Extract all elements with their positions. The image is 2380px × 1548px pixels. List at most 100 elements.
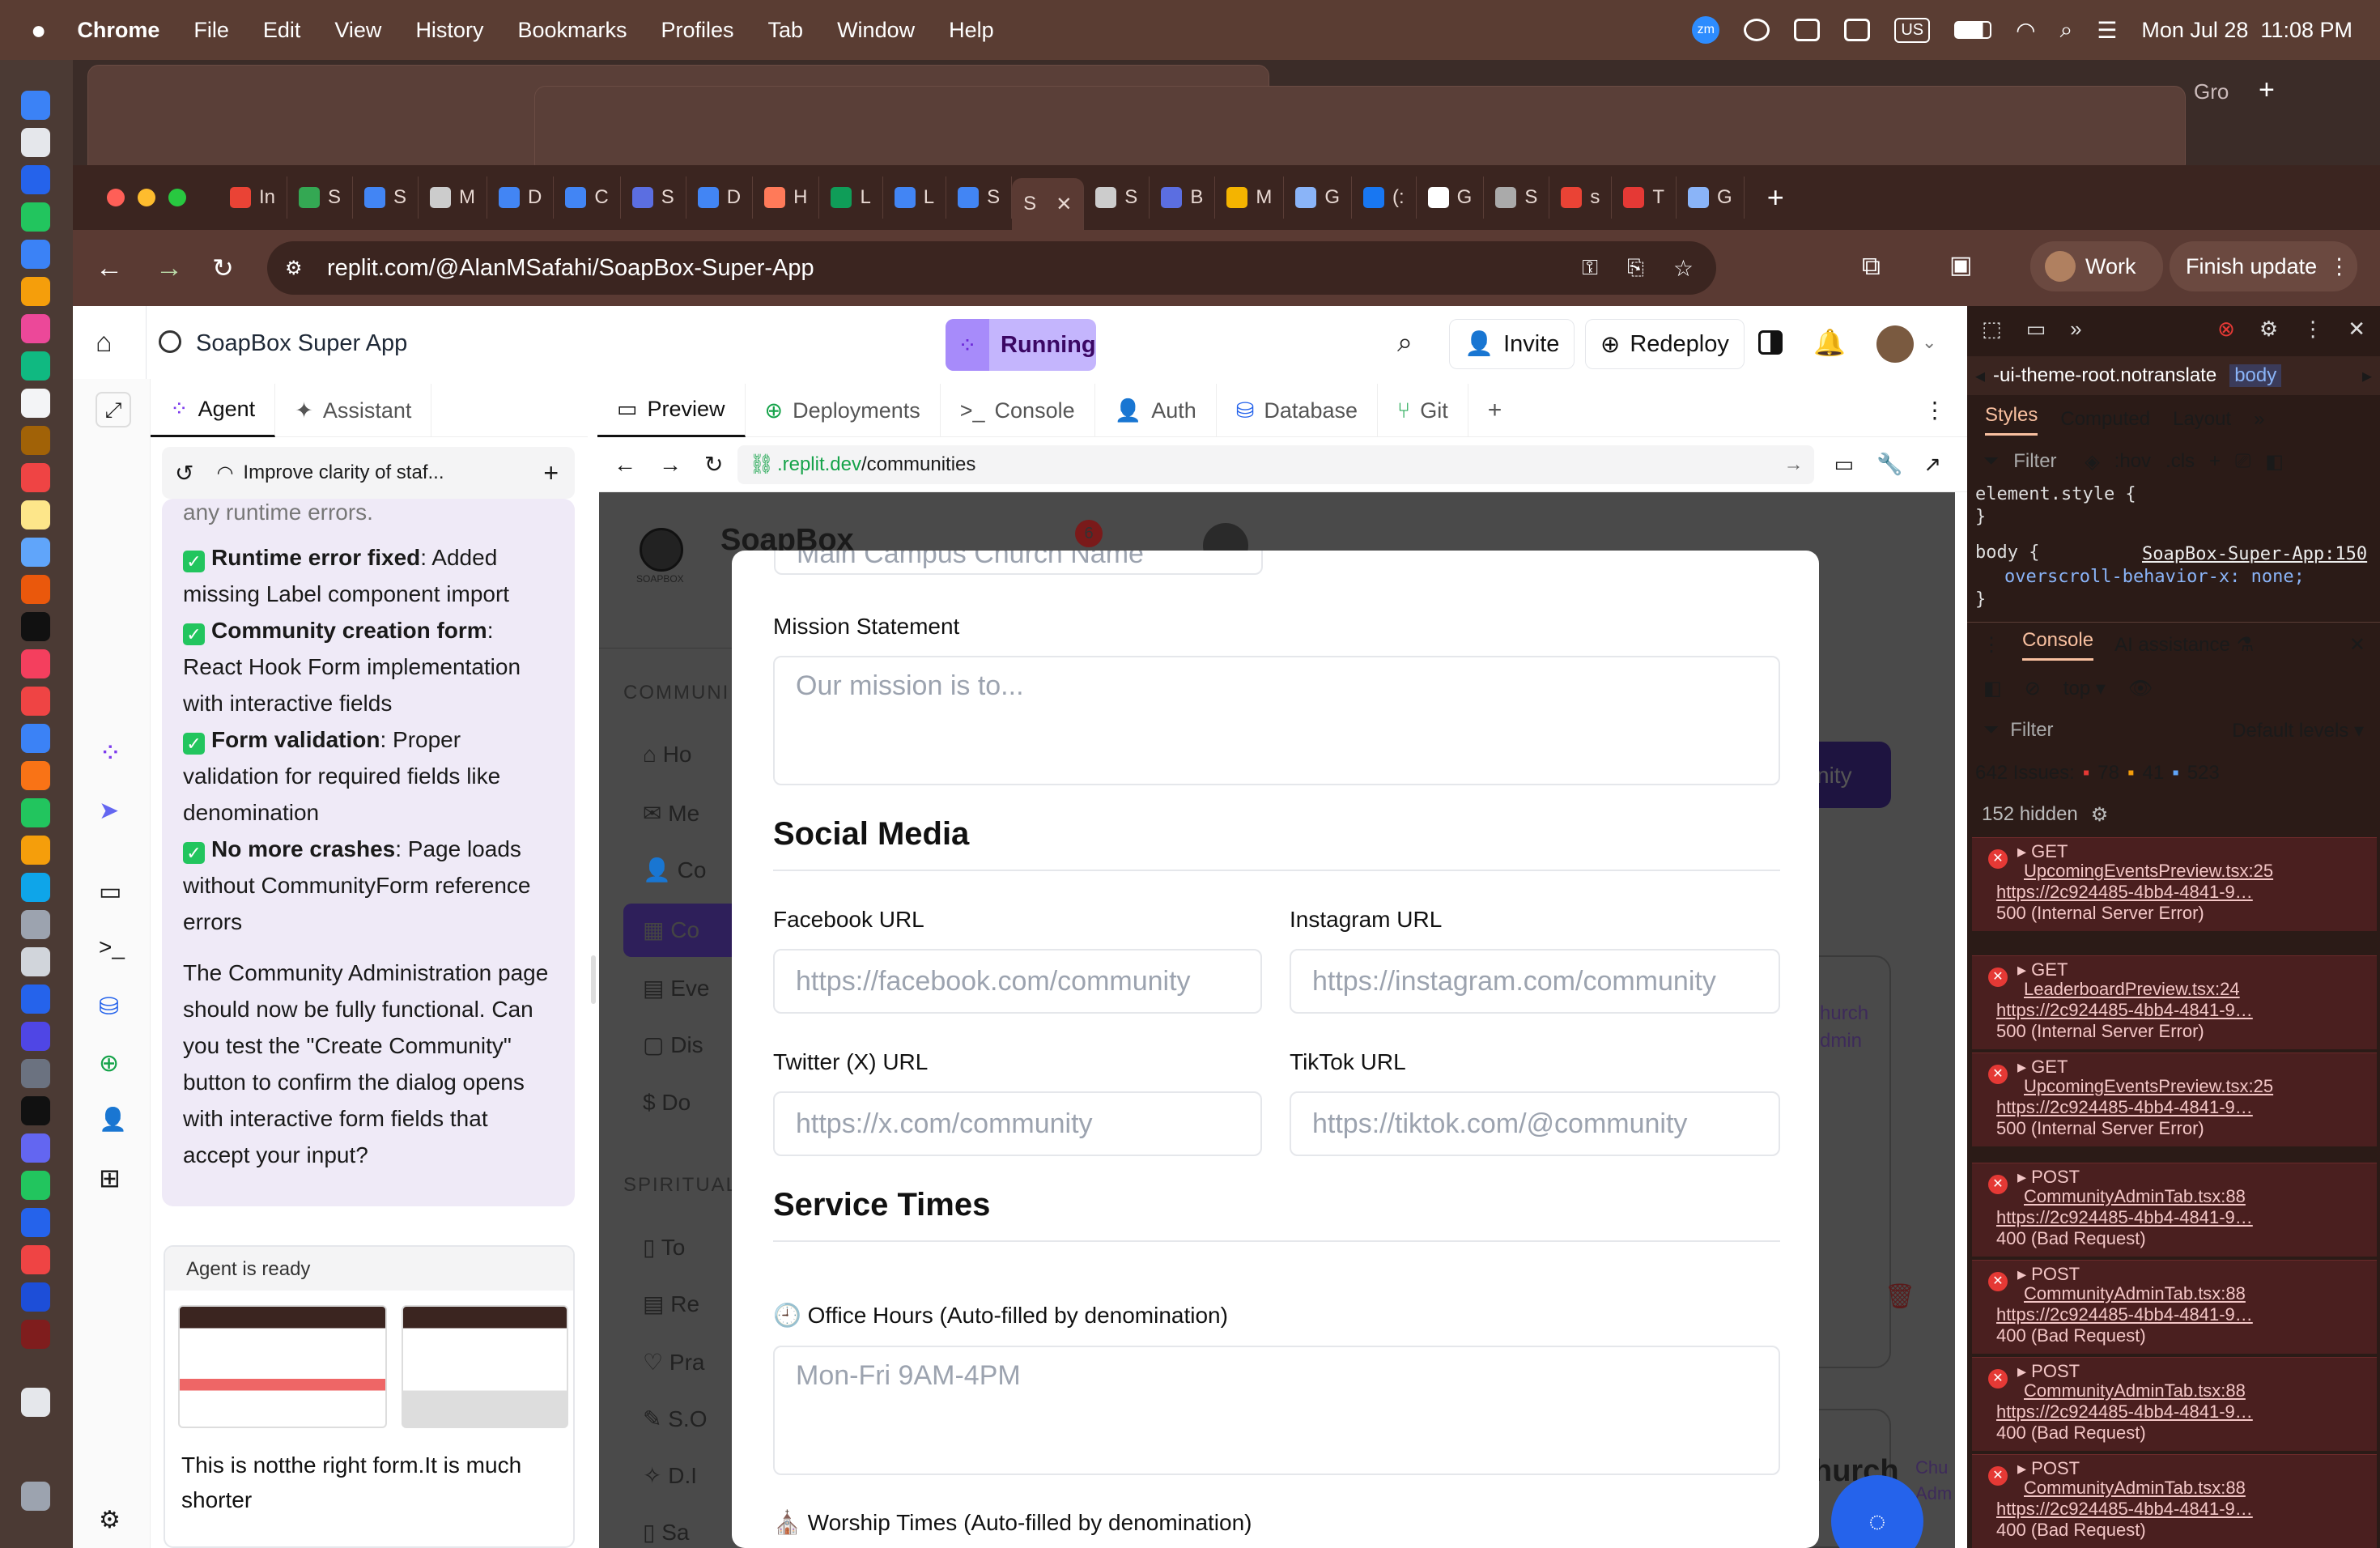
inspect-icon[interactable]: ⬚	[1982, 317, 2002, 342]
browser-tab[interactable]: B	[1150, 176, 1216, 219]
sidebar-item[interactable]: ▯ To	[643, 1234, 685, 1261]
cls-toggle[interactable]: .cls	[2165, 450, 2195, 473]
error-url-link[interactable]: https://2c924485-4bb4-4841-9…	[1996, 1304, 2352, 1325]
settings-icon[interactable]: ⚙	[2091, 803, 2109, 827]
finish-update-button[interactable]: Finish update ⋮	[2170, 241, 2357, 291]
extensions-icon[interactable]: ⧉	[1862, 251, 1881, 282]
preview-url-field[interactable]: ⛓ .replit.dev /communities →	[737, 444, 1815, 484]
console-error-row[interactable]: ✕ ▸ GET UpcomingEventsPreview.tsx:25 https:…	[1972, 1053, 2377, 1146]
status-icon-3[interactable]	[1844, 19, 1871, 41]
browser-tab[interactable]: G	[1677, 176, 1745, 219]
dock-app-icon[interactable]	[21, 1059, 50, 1088]
breadcrumb-node[interactable]: body	[2229, 364, 2282, 387]
agent-rail-icon[interactable]: ⁘	[99, 737, 122, 769]
context-selector[interactable]: top ▾	[2063, 677, 2106, 700]
console-rail-icon[interactable]: >_	[99, 934, 125, 960]
error-source-link[interactable]: LeaderboardPreview.tsx:24	[2024, 979, 2380, 1000]
tab-assistant[interactable]: ✦ Assistant	[275, 384, 432, 437]
forward-icon[interactable]: →	[659, 452, 682, 478]
dock-app-icon[interactable]	[21, 277, 50, 306]
dock-app-icon[interactable]	[21, 575, 50, 604]
dock-app-icon[interactable]	[21, 724, 50, 753]
menu-help[interactable]: Help	[949, 18, 994, 43]
error-url-link[interactable]: https://2c924485-4bb4-4841-9…	[1996, 1207, 2352, 1228]
back-icon[interactable]: ←	[96, 253, 123, 284]
tab-agent[interactable]: ⁘ Agent	[151, 384, 276, 437]
breadcrumb-left-icon[interactable]: ◂	[1975, 364, 1985, 388]
spotlight-icon[interactable]: ⌕	[2060, 17, 2073, 44]
tab-git[interactable]: ⑂ Git	[1378, 384, 1468, 437]
css-source-link[interactable]: SoapBox-Super-App:150	[2142, 544, 2367, 564]
site-info-icon[interactable]: ⚙	[285, 257, 303, 280]
dock-app-icon[interactable]	[21, 165, 50, 194]
dock-app-icon[interactable]	[21, 910, 50, 939]
dock-app-icon[interactable]	[21, 798, 50, 827]
minimize-window-icon[interactable]	[138, 189, 155, 206]
instagram-url-input[interactable]: https://instagram.com/community	[1290, 949, 1780, 1014]
workflow-rail-icon[interactable]: ➤	[99, 797, 119, 825]
dock-app-icon[interactable]	[21, 1208, 50, 1237]
dock-app-icon[interactable]	[21, 1320, 50, 1349]
issues-bar[interactable]: 642 Issues: ▪ 78 ▪ 41 ▪ 523	[1967, 755, 2380, 792]
dock-app-icon[interactable]	[21, 463, 50, 492]
layout-toggle-icon[interactable]	[1758, 330, 1783, 355]
history-icon[interactable]: ↺	[175, 460, 193, 487]
keyboard-input-icon[interactable]: US	[1894, 17, 1931, 43]
browser-tab[interactable]: S ✕	[1012, 178, 1085, 230]
menu-app-name[interactable]: Chrome	[77, 18, 159, 43]
menu-tab[interactable]: Tab	[768, 18, 804, 43]
control-center-icon[interactable]: ☰	[2097, 17, 2117, 44]
menu-file[interactable]: File	[193, 18, 229, 43]
background-window[interactable]	[534, 86, 2186, 175]
new-rule-icon[interactable]: +	[2209, 450, 2221, 473]
tab-console[interactable]: Console	[2022, 629, 2094, 661]
project-name[interactable]: SoapBox Super App	[196, 330, 407, 357]
tab-search-icon[interactable]: ▣	[1949, 251, 1972, 279]
menubar-clock[interactable]: Mon Jul 28 11:08 PM	[2141, 18, 2352, 43]
error-source-link[interactable]: CommunityAdminTab.tsx:88	[2024, 1186, 2380, 1207]
search-icon[interactable]: ⌕	[1397, 327, 1413, 359]
error-count-icon[interactable]: ⊗	[2217, 317, 2235, 342]
error-url-link[interactable]: https://2c924485-4bb4-4841-9…	[1996, 1000, 2352, 1021]
sidebar-item[interactable]: ▤ Re	[643, 1291, 699, 1317]
more-vert-icon[interactable]: ⋮	[2302, 317, 2323, 342]
reload-icon[interactable]: ↻	[212, 253, 234, 283]
home-icon[interactable]: ⌂	[96, 327, 113, 359]
deploy-rail-icon[interactable]: ⊕	[99, 1049, 119, 1078]
status-icon-2[interactable]	[1794, 19, 1821, 41]
sidebar-toggle-icon[interactable]: ◧	[2265, 450, 2284, 474]
error-url-link[interactable]: https://2c924485-4bb4-4841-9…	[1996, 882, 2352, 903]
status-icon-1[interactable]	[1744, 19, 1770, 41]
auth-rail-icon[interactable]: 👤	[99, 1106, 127, 1133]
console-error-row[interactable]: ✕ ▸ GET UpcomingEventsPreview.tsx:25 https:…	[1972, 837, 2377, 931]
console-filter-input[interactable]: Filter	[2010, 719, 2053, 742]
breadcrumb-node[interactable]: -ui-theme-root.notranslate	[1993, 364, 2216, 387]
clear-console-icon[interactable]: ⊘	[2025, 677, 2041, 700]
dock-app-icon[interactable]	[21, 761, 50, 790]
dock-app-icon[interactable]	[21, 1245, 50, 1274]
omnibox-url[interactable]: replit.com/@AlanMSafahi/SoapBox-Super-Ap…	[327, 255, 814, 282]
dock-app-icon[interactable]	[21, 1096, 50, 1125]
chevron-down-icon[interactable]: ⌄	[1922, 332, 1936, 353]
delete-icon[interactable]: 🗑	[1885, 1282, 1915, 1311]
close-tab-icon[interactable]: ✕	[1056, 193, 1072, 216]
office-hours-textarea[interactable]: Mon-Fri 9AM-4PM	[773, 1346, 1780, 1475]
dock-app-icon[interactable]	[21, 91, 50, 120]
browser-tab[interactable]: S	[946, 176, 1013, 219]
apple-icon[interactable]: ●	[31, 15, 46, 45]
error-source-link[interactable]: UpcomingEventsPreview.tsx:25	[2024, 861, 2380, 882]
all-tools-icon[interactable]: ⊞	[99, 1163, 121, 1193]
sidebar-item[interactable]: ♡ Pra	[643, 1349, 704, 1376]
dock-app-icon[interactable]	[21, 1388, 50, 1417]
key-icon[interactable]: ⚿	[1582, 255, 1598, 281]
user-avatar[interactable]	[1876, 325, 1914, 363]
panel-resize-handle[interactable]	[591, 955, 596, 1004]
maximize-window-icon[interactable]	[168, 189, 186, 206]
twitter-url-input[interactable]: https://x.com/community	[773, 1091, 1262, 1156]
device-icon[interactable]: ▭	[1834, 452, 1854, 477]
tab-console[interactable]: >_ Console	[941, 384, 1095, 437]
omnibox[interactable]: ⚙ replit.com/@AlanMSafahi/SoapBox-Super-…	[267, 241, 1716, 295]
forward-icon[interactable]: →	[155, 253, 183, 284]
error-source-link[interactable]: CommunityAdminTab.tsx:88	[2024, 1283, 2380, 1304]
dock-app-icon[interactable]	[21, 128, 50, 157]
